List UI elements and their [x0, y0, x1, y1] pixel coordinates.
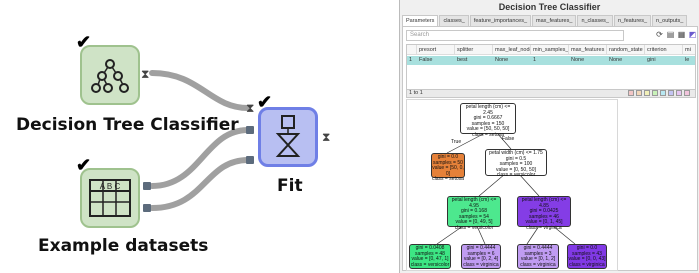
tab-n-outputs[interactable]: n_outputs_: [652, 15, 688, 26]
tree-node[interactable]: petal width (cm) <= 1.75 gini = 0.5 sample…: [485, 149, 547, 179]
tree-node[interactable]: gini = 0.4444 samples = 6 value = [0, 2, 4…: [461, 244, 501, 269]
workflow-links: [149, 70, 251, 211]
fit-label: Fit: [277, 176, 303, 196]
parameters-panel: Search ⟳ ▤ ▦ ◩ presort splitter max_leaf…: [402, 26, 698, 271]
swatch-icon[interactable]: [660, 90, 666, 96]
table-icon: A B C: [89, 179, 131, 217]
input-port-icon[interactable]: [246, 126, 254, 134]
decision-tree-node[interactable]: [80, 45, 140, 105]
tree-node-line: class = setosa: [432, 176, 464, 183]
tree-node[interactable]: petal length (cm) <= 4.85 gini = 0.0425 sa…: [517, 196, 571, 231]
table-cell[interactable]: False: [417, 56, 457, 65]
pagination-label[interactable]: 1 to 1: [409, 89, 423, 98]
fit-icon: [275, 115, 301, 157]
table-cell[interactable]: None: [493, 56, 533, 65]
output-port-icon[interactable]: ⧗: [322, 131, 330, 143]
tab-max-features[interactable]: max_features_: [532, 15, 577, 26]
tab-parameters[interactable]: Parameters: [402, 15, 439, 26]
decision-tree-label: Decision Tree Classifier: [16, 115, 239, 135]
tree-icon: [91, 59, 129, 93]
column-header[interactable]: max_leaf_nodes: [493, 45, 531, 55]
table-cell[interactable]: None: [607, 56, 647, 65]
refresh-icon[interactable]: ⟳: [655, 30, 664, 40]
swatch-icon[interactable]: [668, 90, 674, 96]
column-header[interactable]: min_samples_l: [531, 45, 569, 55]
column-header[interactable]: max_features: [569, 45, 607, 55]
tree-node-line: class = virginica: [520, 261, 556, 268]
example-datasets-node[interactable]: A B C: [80, 168, 140, 228]
tab-n-classes[interactable]: n_classes_: [577, 15, 613, 26]
tree-node-line: class = versicolor: [410, 261, 450, 268]
table-cell[interactable]: gini: [645, 56, 685, 65]
table-cell[interactable]: None: [569, 56, 609, 65]
tree-node-line: class = virginica: [463, 261, 499, 268]
fit-node[interactable]: [258, 107, 318, 167]
swatch-icon[interactable]: [652, 90, 658, 96]
table-cell[interactable]: 1: [531, 56, 571, 65]
input-port-icon[interactable]: [246, 156, 254, 164]
column-header[interactable]: mi: [683, 45, 695, 55]
output-port-icon[interactable]: ⧗: [141, 68, 149, 80]
column-header[interactable]: splitter: [455, 45, 493, 55]
parameters-table: presort splitter max_leaf_nodes min_samp…: [406, 44, 696, 92]
tree-node-line: class = versicolor: [454, 224, 494, 231]
tree-node[interactable]: gini = 0.0 samples = 43 value = [0, 0, 43]…: [567, 244, 607, 269]
column-header[interactable]: random_state: [607, 45, 645, 55]
tree-node-line: class = virginica: [526, 224, 562, 231]
search-input[interactable]: Search: [406, 30, 624, 41]
tree-node[interactable]: gini = 0.0408 samples = 48 value = [0, 47,…: [409, 244, 451, 269]
tree-node-line: class = versicolor: [496, 172, 536, 179]
tab-classes[interactable]: classes_: [439, 15, 469, 26]
tree-node[interactable]: petal length (cm) <= 4.95 gini = 0.168 sam…: [447, 196, 501, 231]
edge-label-true: True: [451, 139, 462, 145]
tab-bar: Parameters classes_ feature_importances_…: [402, 15, 688, 26]
image-icon[interactable]: ◩: [688, 30, 697, 40]
input-port-icon[interactable]: ⧗: [246, 102, 254, 114]
output-port-icon[interactable]: [143, 204, 151, 212]
tab-feature-importances[interactable]: feature_importances_: [469, 15, 532, 26]
tree-plot: True False petal length (cm) <= 2.45 gini…: [406, 99, 618, 271]
table-cell[interactable]: best: [455, 56, 495, 65]
swatch-icon[interactable]: [676, 90, 682, 96]
window-title: Decision Tree Classifier: [498, 2, 601, 12]
tab-n-features[interactable]: n_features_: [613, 15, 652, 26]
column-header[interactable]: criterion: [645, 45, 683, 55]
table-icon-text: A B C: [100, 182, 121, 191]
swatch-icon[interactable]: [628, 90, 634, 96]
tree-node[interactable]: petal length (cm) <= 2.45 gini = 0.6667 sa…: [460, 103, 516, 138]
tree-node-line: class = setosa: [472, 131, 504, 138]
column-header[interactable]: presort: [417, 45, 455, 55]
table-cell[interactable]: le: [683, 56, 695, 65]
widget-window: Decision Tree Classifier Parameters clas…: [399, 0, 699, 273]
swatch-icon[interactable]: [636, 90, 642, 96]
swatch-icon[interactable]: [684, 90, 690, 96]
tree-node[interactable]: gini = 0.0 samples = 50 value = [50, 0, 0]…: [431, 153, 465, 182]
output-port-icon[interactable]: [143, 182, 151, 190]
table-icon[interactable]: ▦: [677, 30, 686, 40]
column-header[interactable]: [407, 45, 417, 55]
swatch-icon[interactable]: [644, 90, 650, 96]
example-datasets-label: Example datasets: [38, 236, 209, 256]
tree-node-line: class = virginica: [569, 261, 605, 268]
document-icon[interactable]: ▤: [666, 30, 675, 40]
tree-node[interactable]: gini = 0.4444 samples = 3 value = [0, 1, 2…: [517, 244, 559, 269]
